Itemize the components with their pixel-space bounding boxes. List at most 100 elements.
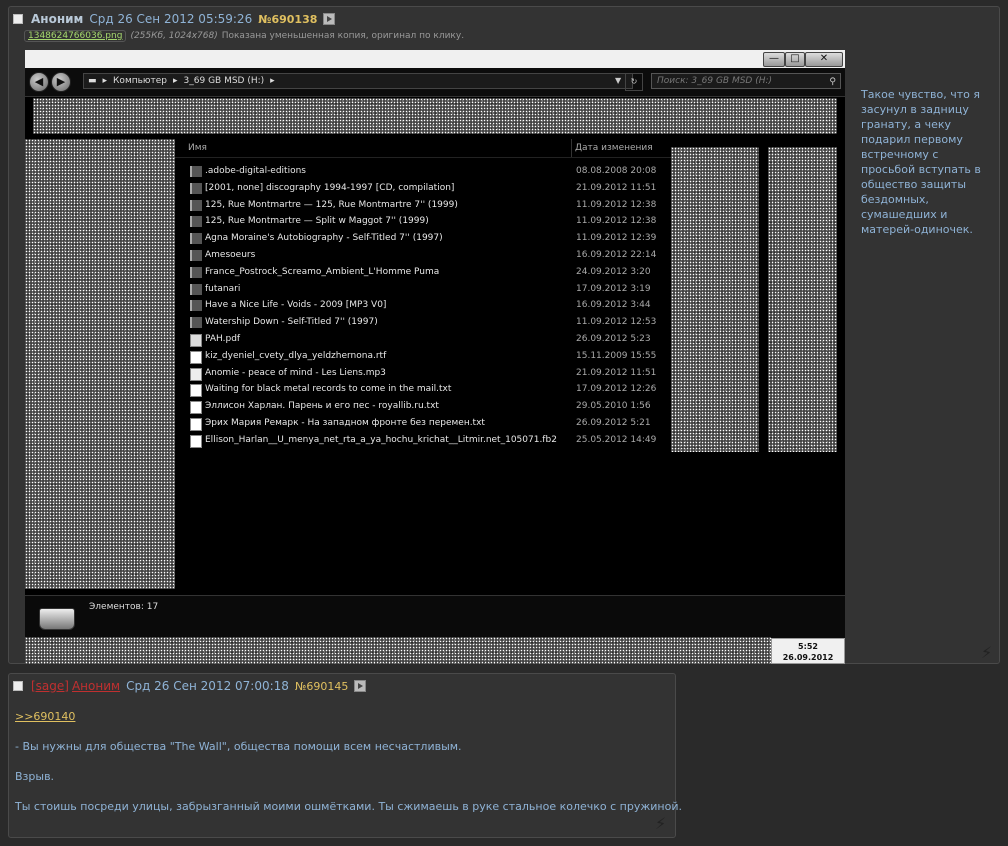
file-date: 25.05.2012 14:49 — [576, 434, 657, 445]
post-line: Взрыв. — [15, 770, 55, 783]
file-name: Ellison_Harlan__U_menya_net_rta_a_ya_hoc… — [205, 434, 557, 445]
folder-icon — [190, 317, 202, 329]
file-meta: (255Кб, 1024x768) — [130, 31, 218, 41]
file-row: futanari 17.09.2012 3:19 — [175, 281, 671, 298]
file-date: 15.11.2009 15:55 — [576, 350, 657, 361]
post-690145: [sage] Аноним Срд 26 Сен 2012 07:00:18 №… — [8, 673, 682, 838]
file-icon — [190, 333, 202, 347]
file-name: Anomie - peace of mind - Les Liens.mp3 — [205, 367, 386, 378]
clock-time: 5:52 — [798, 642, 818, 651]
file-date: 11.09.2012 12:53 — [576, 317, 657, 328]
explorer-address-bar: ◀ ▶ ▬ ▸ Компьютер ▸ 3_69 GB MSD (H:) ▸ ▼… — [25, 68, 845, 97]
file-row: PAH.pdf 26.09.2012 5:23 — [175, 331, 671, 348]
file-name: .adobe-digital-editions — [205, 166, 306, 176]
file-icon — [190, 401, 202, 415]
file-date: 11.09.2012 12:38 — [576, 199, 657, 210]
forward-icon: ▶ — [51, 72, 71, 92]
file-date: 08.08.2008 20:08 — [576, 166, 657, 176]
file-name: Amesoeurs — [205, 249, 256, 260]
file-row: 125, Rue Montmartre — Split w Maggot 7''… — [175, 213, 671, 230]
file-name: Have a Nice Life - Voids - 2009 [MP3 V0] — [205, 300, 387, 311]
column-date: Дата изменения — [575, 143, 653, 153]
folder-icon — [190, 283, 202, 295]
drive-icon — [39, 608, 75, 630]
file-name: Эллисон Харлан. Парень и его пес - royal… — [205, 401, 439, 412]
item-count: Элементов: 17 — [89, 602, 159, 612]
post-author: Аноним — [31, 12, 84, 26]
file-name: Waiting for black metal records to come … — [205, 384, 452, 395]
file-name: 125, Rue Montmartre — Split w Maggot 7''… — [205, 216, 429, 227]
explorer-status-bar: Элементов: 17 — [25, 595, 845, 638]
file-row: [2001, none] discography 1994-1997 [CD, … — [175, 180, 671, 197]
file-date: 17.09.2012 12:26 — [576, 384, 657, 395]
file-date: 21.09.2012 11:51 — [576, 367, 657, 378]
post-text: Такое чувство, что я засунул в задницу г… — [861, 88, 981, 236]
navigation-pane-noise — [25, 139, 175, 589]
lightning-icon[interactable]: ⚡ — [655, 814, 666, 833]
chevron-right-icon: ▸ — [102, 76, 108, 86]
folder-icon — [190, 216, 202, 228]
file-name: futanari — [205, 283, 241, 294]
attached-image[interactable]: — □ ✕ ◀ ▶ ▬ ▸ Компьютер ▸ 3_69 GB MSD (H… — [25, 50, 845, 664]
file-row: Agna Moraine's Autobiography - Self-Titl… — [175, 230, 671, 247]
taskbar-noise — [25, 637, 771, 664]
minimize-icon: — — [763, 52, 785, 67]
noise-column — [671, 147, 759, 452]
post-date: Срд 26 Сен 2012 07:00:18 — [126, 679, 289, 693]
post-checkbox[interactable] — [13, 681, 23, 691]
file-row: Waiting for black metal records to come … — [175, 381, 671, 398]
file-icon — [190, 367, 202, 381]
file-date: 29.05.2010 1:56 — [576, 401, 651, 412]
back-icon: ◀ — [29, 72, 49, 92]
chevron-right-icon: ▸ — [173, 76, 178, 86]
noise-column — [768, 147, 837, 452]
file-date: 11.09.2012 12:39 — [576, 233, 657, 244]
file-icon — [190, 384, 202, 398]
clock-date: 26.09.2012 — [782, 653, 834, 662]
file-name: PAH.pdf — [205, 333, 241, 344]
search-field: Поиск: 3_69 GB MSD (H:) ⚲ — [651, 73, 841, 89]
post-number[interactable]: №690138 — [258, 13, 317, 26]
file-row: Anomie - peace of mind - Les Liens.mp3 21… — [175, 365, 671, 382]
file-date: 24.09.2012 3:20 — [576, 266, 651, 277]
post-author[interactable]: Аноним — [72, 679, 120, 693]
path-computer: Компьютер — [113, 76, 167, 86]
file-link[interactable]: 1348624766036.png — [24, 30, 127, 42]
taskbar-clock: 5:52 26.09.2012 — [771, 638, 845, 664]
post-header: [sage] Аноним Срд 26 Сен 2012 07:00:18 №… — [13, 678, 367, 694]
file-name: [2001, none] discography 1994-1997 [CD, … — [205, 182, 455, 193]
lightning-icon[interactable]: ⚡ — [981, 643, 992, 662]
file-date: 26.09.2012 5:23 — [576, 333, 651, 344]
file-name: Agna Moraine's Autobiography - Self-Titl… — [205, 233, 443, 244]
maximize-icon: □ — [785, 52, 805, 67]
file-row: kiz_dyeniel_cvety_dlya_yeldzhernona.rtf 1… — [175, 348, 671, 365]
refresh-icon: ↻ — [625, 73, 643, 91]
post-line: - Вы нужны для общества "The Wall", обще… — [15, 740, 462, 753]
search-icon: ⚲ — [829, 77, 836, 87]
post-number[interactable]: №690145 — [295, 680, 348, 693]
file-icon — [190, 350, 202, 364]
file-list: Имя Дата изменения .adobe-digital-editio… — [175, 139, 671, 589]
close-icon: ✕ — [805, 52, 843, 67]
file-date: 16.09.2012 22:14 — [576, 249, 657, 260]
file-date: 16.09.2012 3:44 — [576, 300, 651, 311]
sage-link[interactable]: [sage] — [31, 679, 69, 693]
file-icon — [190, 434, 202, 448]
folder-icon — [190, 249, 202, 261]
column-name: Имя — [188, 143, 207, 153]
post-date: Срд 26 Сен 2012 05:59:26 — [89, 12, 253, 26]
post-menu-icon[interactable] — [354, 680, 367, 692]
file-name: Watership Down - Self-Titled 7'' (1997) — [205, 317, 378, 328]
folder-icon — [190, 182, 202, 194]
file-date: 26.09.2012 5:21 — [576, 417, 651, 428]
file-row: .adobe-digital-editions 08.08.2008 20:08 — [175, 163, 671, 180]
file-rows: .adobe-digital-editions 08.08.2008 20:08 [… — [175, 163, 671, 449]
file-info: 1348624766036.png (255Кб, 1024x768) Пока… — [24, 30, 464, 42]
post-menu-icon[interactable] — [323, 13, 336, 25]
post-checkbox[interactable] — [13, 14, 23, 24]
post-body: >>690140 - Вы нужны для общества "The Wa… — [15, 710, 682, 830]
post-line: Ты стоишь посреди улицы, забрызганный мо… — [15, 800, 682, 813]
file-row: Ellison_Harlan__U_menya_net_rta_a_ya_hoc… — [175, 432, 671, 449]
reply-link[interactable]: >>690140 — [15, 710, 75, 723]
file-name: kiz_dyeniel_cvety_dlya_yeldzhernona.rtf — [205, 350, 387, 361]
